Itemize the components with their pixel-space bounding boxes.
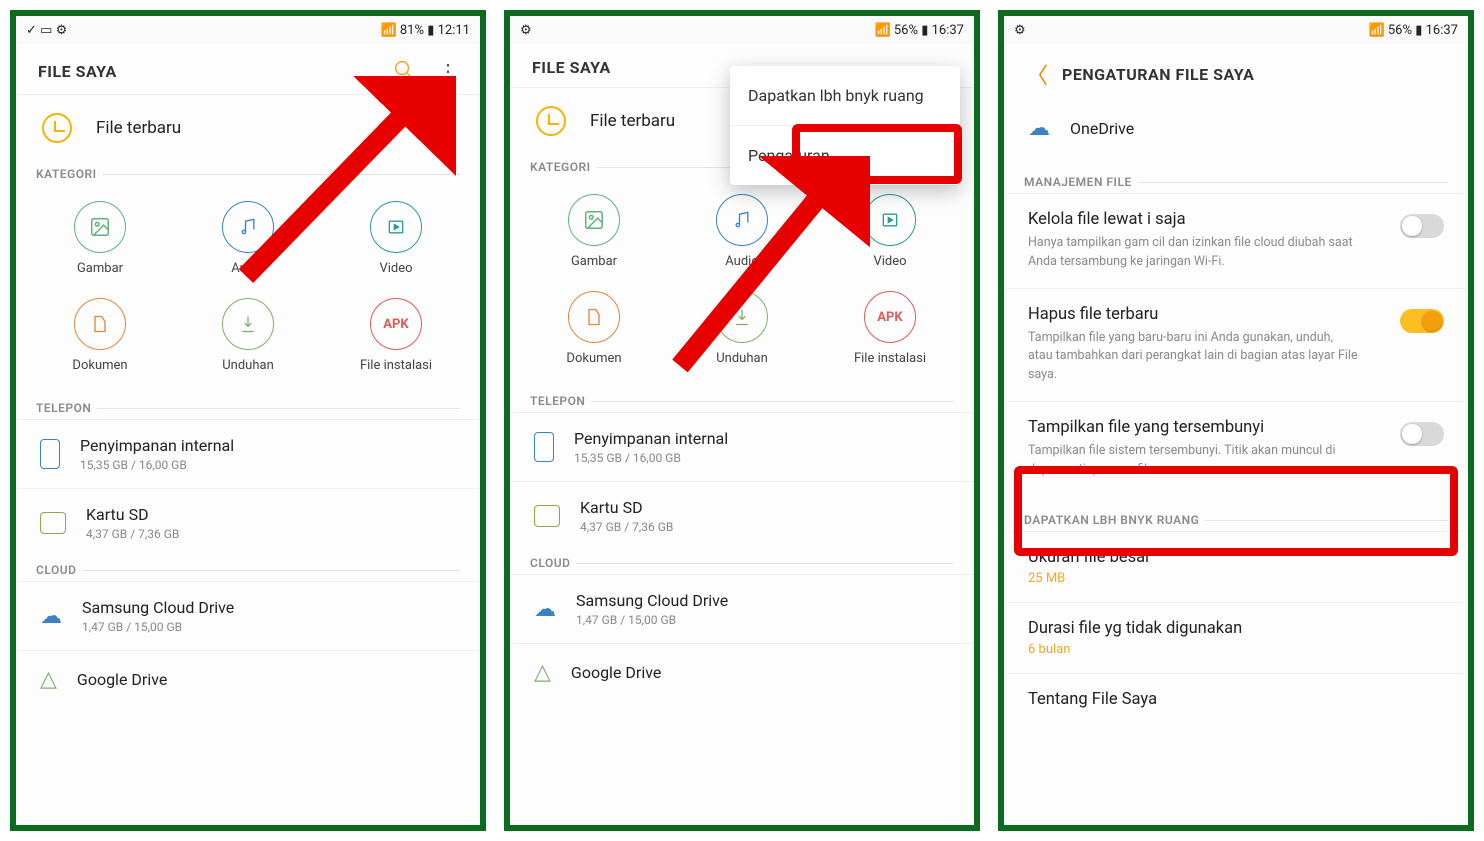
download-icon <box>222 298 274 350</box>
app-title: FILE SAYA <box>38 62 117 81</box>
status-bar: ✓ ▭ ⚙ 📶 81% ▮ 12:11 <box>16 16 480 44</box>
onedrive-row[interactable]: ☁ OneDrive <box>1004 100 1468 157</box>
recent-label: File terbaru <box>96 118 181 138</box>
popup-get-space[interactable]: Dapatkan lbh bnyk ruang <box>730 66 960 125</box>
status-left: ⚙ <box>1014 23 1026 38</box>
cat-dokumen[interactable]: Dokumen <box>520 291 668 366</box>
apk-icon: APK <box>370 298 422 350</box>
section-kategori: KATEGORI <box>16 161 480 185</box>
cat-apk[interactable]: APKFile instalasi <box>322 298 470 373</box>
cloud-icon: ☁ <box>40 604 62 629</box>
cat-unduhan[interactable]: Unduhan <box>668 291 816 366</box>
onedrive-icon: ☁ <box>1028 116 1050 141</box>
apk-icon: APK <box>864 291 916 343</box>
storage-google-drive[interactable]: △ Google Drive <box>510 643 974 701</box>
settings-scroll[interactable]: ☁ OneDrive MANAJEMEN FILE Kelola file le… <box>1004 100 1468 825</box>
storage-samsung-cloud[interactable]: ☁ Samsung Cloud Drive1,47 GB / 15,00 GB <box>510 574 974 643</box>
setting-unused-duration[interactable]: Durasi file yg tidak digunakan 6 bulan <box>1004 602 1468 673</box>
settings-title: PENGATURAN FILE SAYA <box>1062 65 1254 84</box>
cat-audio[interactable]: Audio <box>668 194 816 269</box>
recent-label: File terbaru <box>590 111 675 131</box>
cat-video[interactable]: Video <box>322 201 470 276</box>
app-bar: FILE SAYA ⋮ <box>16 44 480 95</box>
storage-sd[interactable]: Kartu SD4,37 GB / 7,36 GB <box>16 488 480 557</box>
panel-2: ⚙ 📶 56% ▮ 16:37 FILE SAYA File terbaru K… <box>504 10 980 831</box>
cat-unduhan[interactable]: Unduhan <box>174 298 322 373</box>
document-icon <box>568 291 620 343</box>
status-right: 📶 81% ▮ 12:11 <box>380 23 470 38</box>
phone-icon <box>534 432 554 462</box>
recent-files-row[interactable]: File terbaru <box>16 95 480 161</box>
music-icon <box>222 201 274 253</box>
section-space: DAPATKAN LBH BNYK RUANG <box>1004 495 1468 531</box>
category-grid: Gambar Audio Video Dokumen Unduhan APKFi… <box>510 178 974 388</box>
storage-internal[interactable]: Penyimpanan internal15,35 GB / 16,00 GB <box>510 412 974 481</box>
cat-apk[interactable]: APKFile instalasi <box>816 291 964 366</box>
panel-3: ⚙ 📶 56% ▮ 16:37 〈 PENGATURAN FILE SAYA ☁… <box>998 10 1474 831</box>
switch-wifi-only[interactable] <box>1400 214 1444 238</box>
section-telepon: TELEPON <box>16 395 480 419</box>
cat-video[interactable]: Video <box>816 194 964 269</box>
overflow-popup: Dapatkan lbh bnyk ruang Pengaturan <box>730 66 960 185</box>
app-title: FILE SAYA <box>532 58 611 77</box>
setting-wifi-only[interactable]: Kelola file lewat i saja Hanya tampilkan… <box>1004 193 1468 288</box>
popup-settings[interactable]: Pengaturan <box>730 126 960 185</box>
video-icon <box>370 201 422 253</box>
section-cloud: CLOUD <box>510 550 974 574</box>
content-scroll[interactable]: File terbaru KATEGORI Gambar Audio Video… <box>510 88 974 825</box>
video-icon <box>864 194 916 246</box>
sd-card-icon <box>534 505 560 527</box>
drive-icon: △ <box>534 660 551 685</box>
status-right: 📶 56% ▮ 16:37 <box>1368 23 1458 38</box>
section-cloud: CLOUD <box>16 557 480 581</box>
cat-gambar[interactable]: Gambar <box>520 194 668 269</box>
image-icon <box>568 194 620 246</box>
status-left: ⚙ <box>520 23 532 38</box>
sd-card-icon <box>40 512 66 534</box>
search-icon[interactable] <box>392 58 414 84</box>
cat-audio[interactable]: Audio <box>174 201 322 276</box>
section-manajemen: MANAJEMEN FILE <box>1004 157 1468 193</box>
download-icon <box>716 291 768 343</box>
setting-about[interactable]: Tentang File Saya <box>1004 673 1468 725</box>
storage-google-drive[interactable]: △ Google Drive <box>16 650 480 708</box>
storage-sd[interactable]: Kartu SD4,37 GB / 7,36 GB <box>510 481 974 550</box>
category-grid: Gambar Audio Video Dokumen Unduhan APKFi… <box>16 185 480 395</box>
switch-clear-recent[interactable] <box>1400 309 1444 333</box>
content-scroll[interactable]: File terbaru KATEGORI Gambar Audio Video… <box>16 95 480 825</box>
section-telepon: TELEPON <box>510 388 974 412</box>
overflow-menu-icon[interactable]: ⋮ <box>438 61 458 81</box>
switch-show-hidden[interactable] <box>1400 422 1444 446</box>
status-bar: ⚙ 📶 56% ▮ 16:37 <box>1004 16 1468 44</box>
storage-samsung-cloud[interactable]: ☁ Samsung Cloud Drive1,47 GB / 15,00 GB <box>16 581 480 650</box>
app-bar: 〈 PENGATURAN FILE SAYA <box>1004 44 1468 100</box>
image-icon <box>74 201 126 253</box>
setting-large-files[interactable]: Ukuran file besar 25 MB <box>1004 531 1468 602</box>
clock-icon <box>536 106 566 136</box>
panel-1: ✓ ▭ ⚙ 📶 81% ▮ 12:11 FILE SAYA ⋮ File ter… <box>10 10 486 831</box>
setting-show-hidden[interactable]: Tampilkan file yang tersembunyi Tampilka… <box>1004 401 1468 496</box>
phone-icon <box>40 439 60 469</box>
status-right: 📶 56% ▮ 16:37 <box>874 23 964 38</box>
clock-icon <box>42 113 72 143</box>
status-bar: ⚙ 📶 56% ▮ 16:37 <box>510 16 974 44</box>
status-left: ✓ ▭ ⚙ <box>26 23 67 38</box>
storage-internal[interactable]: Penyimpanan internal15,35 GB / 16,00 GB <box>16 419 480 488</box>
document-icon <box>74 298 126 350</box>
back-icon[interactable]: 〈 <box>1026 58 1048 90</box>
cat-gambar[interactable]: Gambar <box>26 201 174 276</box>
setting-clear-recent[interactable]: Hapus file terbaru Tampilkan file yang b… <box>1004 288 1468 401</box>
drive-icon: △ <box>40 667 57 692</box>
cat-dokumen[interactable]: Dokumen <box>26 298 174 373</box>
cloud-icon: ☁ <box>534 597 556 622</box>
music-icon <box>716 194 768 246</box>
